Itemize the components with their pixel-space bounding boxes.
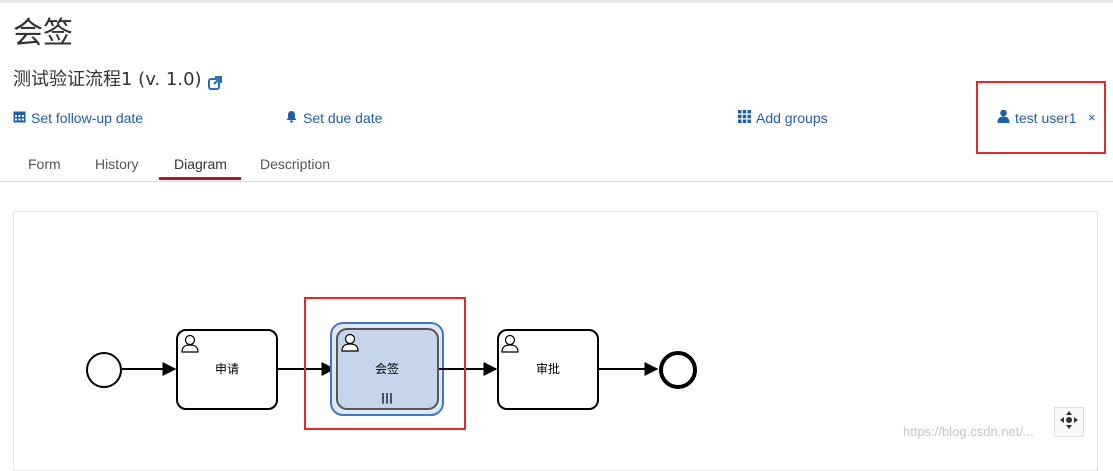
user-task-apply[interactable]: 申请: [176, 329, 278, 410]
reset-view-button[interactable]: [1054, 407, 1084, 437]
user-task-approve[interactable]: 审批: [497, 329, 599, 410]
start-event[interactable]: [86, 352, 122, 388]
move-icon: [1060, 410, 1078, 434]
end-event[interactable]: [659, 351, 697, 389]
task-label: 审批: [536, 361, 560, 376]
task-label: 申请: [215, 362, 239, 376]
bpmn-diagram: 申请 会签 ||| 审批: [86, 322, 697, 416]
annotation-box-countersign: [304, 297, 466, 430]
watermark: https://blog.csdn.net/...: [903, 424, 1034, 439]
